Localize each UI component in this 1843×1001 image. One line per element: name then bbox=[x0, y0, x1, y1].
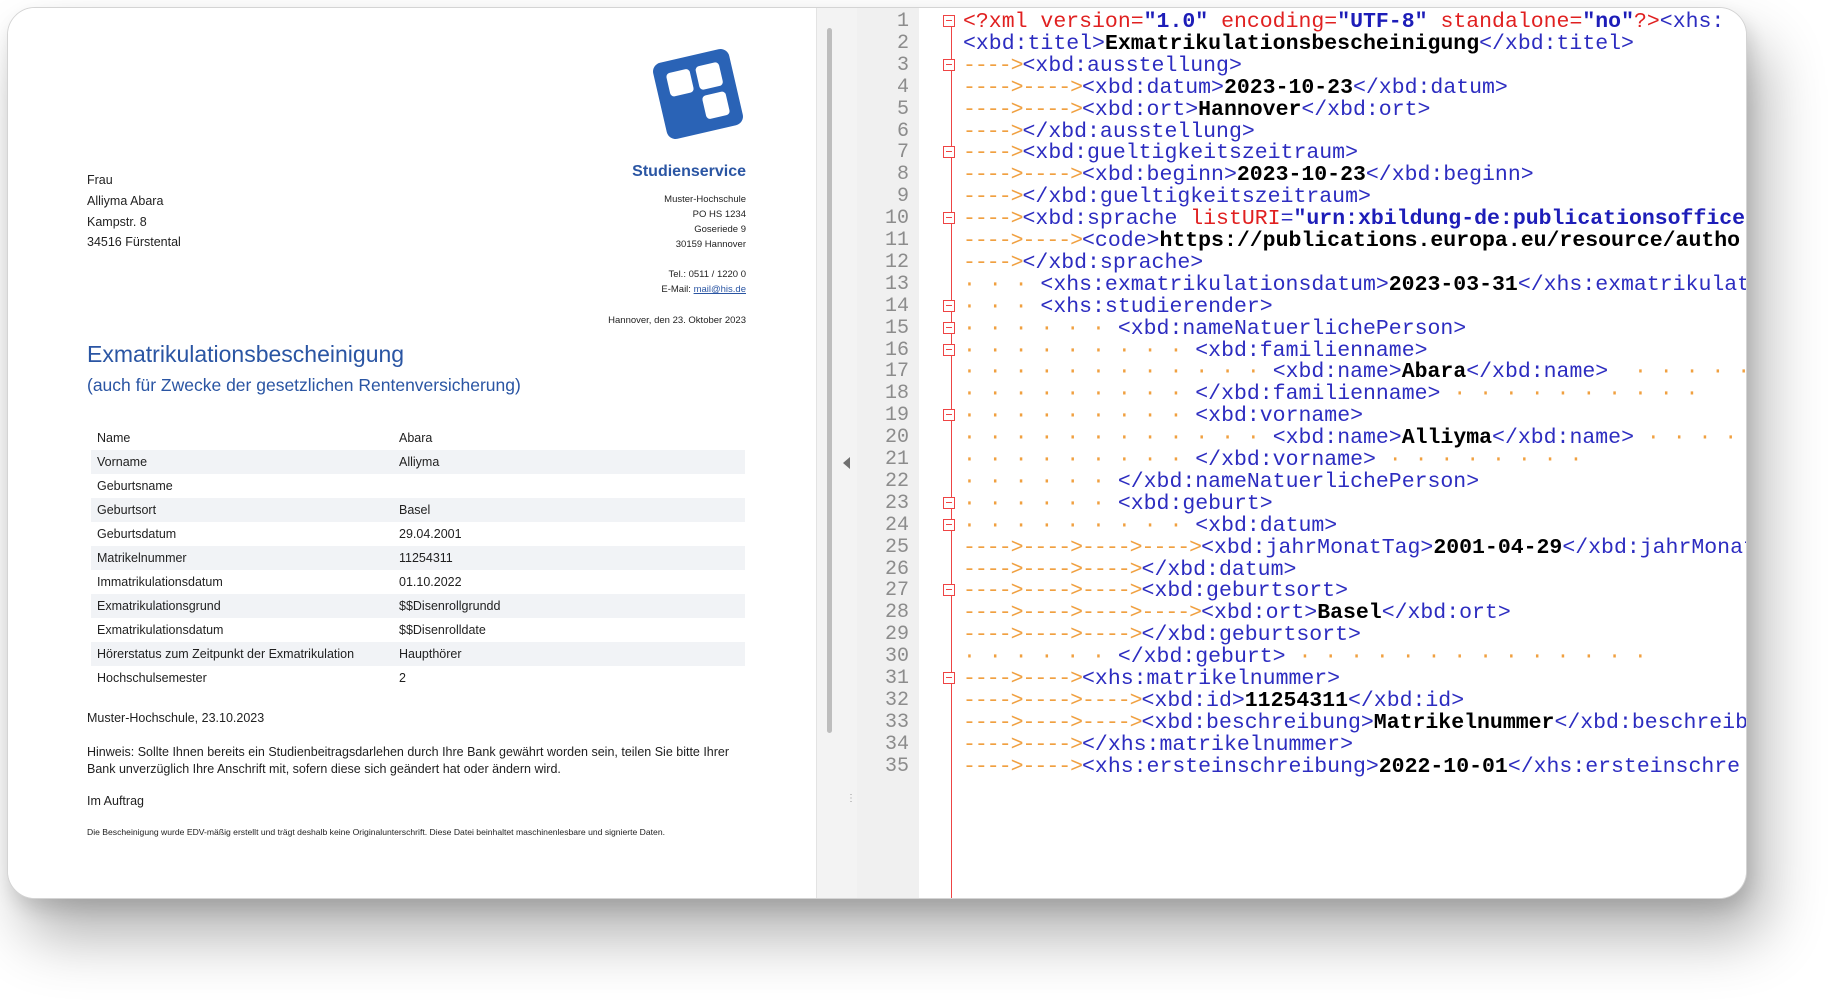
table-row: Hörerstatus zum Zeitpunkt der Exmatrikul… bbox=[91, 642, 745, 666]
field-label: Name bbox=[97, 431, 131, 445]
sender-email-label: E-Mail: bbox=[661, 284, 694, 295]
fold-toggle-icon[interactable] bbox=[943, 518, 955, 531]
code-text: ---->----><xhs:ersteinschreibung>2022-10… bbox=[963, 754, 1740, 780]
sender-email-line: E-Mail: mail@his.de bbox=[661, 284, 746, 295]
field-label: Hörerstatus zum Zeitpunkt der Exmatrikul… bbox=[91, 642, 393, 666]
field-label: Geburtsort bbox=[91, 498, 393, 522]
xml-txt: 2022-10-01 bbox=[1378, 754, 1508, 779]
document-scrollbar-thumb[interactable] bbox=[827, 28, 832, 733]
field-value: Alliyma bbox=[393, 450, 745, 474]
field-label: Hochschulsemester bbox=[97, 671, 207, 685]
fold-toggle-icon[interactable] bbox=[943, 584, 955, 597]
institution-logo-icon bbox=[653, 49, 743, 139]
hint-paragraph: Hinweis: Sollte Ihnen bereits ein Studie… bbox=[87, 745, 730, 776]
field-value: 2 bbox=[399, 671, 406, 685]
xml-tag: </xhs:ersteinschre bbox=[1507, 754, 1741, 779]
field-value: Haupthörer bbox=[393, 642, 745, 666]
field-value: $$Disenrollgrundd bbox=[393, 594, 745, 618]
xml-tag: <xhs:ersteinschreibung> bbox=[1082, 754, 1379, 779]
fold-toggle-icon[interactable] bbox=[943, 496, 955, 509]
sender-institution: Muster-Hochschule bbox=[664, 194, 746, 205]
table-row: Vorname Alliyma bbox=[91, 450, 745, 474]
field-label: Geburtsdatum bbox=[97, 527, 177, 541]
sender-street: Goseriede 9 bbox=[694, 224, 746, 235]
collapse-left-arrow-icon[interactable] bbox=[843, 457, 850, 469]
field-value bbox=[393, 474, 745, 498]
fold-toggle-icon[interactable] bbox=[943, 321, 955, 334]
recipient-street: Kampstr. 8 bbox=[87, 215, 147, 229]
document-preview-pane[interactable]: Frau Alliyma Abara Kampstr. 8 34516 Fürs… bbox=[8, 8, 816, 898]
indent-guide: ---->----> bbox=[963, 754, 1083, 779]
line-number: 35 bbox=[884, 754, 909, 778]
signature-note: Im Auftrag bbox=[87, 794, 144, 808]
field-label: Geburtsname bbox=[97, 479, 173, 493]
field-value: $$Disenrolldate bbox=[399, 623, 486, 637]
sender-city: 30159 Hannover bbox=[675, 239, 746, 250]
table-row: Hochschulsemester 2 bbox=[91, 666, 745, 690]
pane-splitter[interactable]: ⋮ bbox=[816, 8, 858, 898]
recipient-city: 34516 Fürstental bbox=[87, 235, 181, 249]
field-label: Matrikelnummer bbox=[91, 546, 393, 570]
xml-editor[interactable]: 1 <?xml version="1.0" encoding="UTF-8" st… bbox=[857, 8, 1746, 898]
app-window: Frau Alliyma Abara Kampstr. 8 34516 Fürs… bbox=[7, 7, 1747, 899]
disclaimer-text: Die Bescheinigung wurde EDV-mäßig erstel… bbox=[87, 827, 666, 837]
sender-email-link[interactable]: mail@his.de bbox=[694, 284, 746, 295]
document-title: Exmatrikulationsbescheinigung bbox=[87, 341, 405, 367]
field-value: 11254311 bbox=[393, 546, 745, 570]
fold-toggle-icon[interactable] bbox=[943, 146, 955, 159]
document-subtitle: (auch für Zwecke der gesetzlichen Renten… bbox=[87, 375, 521, 395]
table-row: Exmatrikulationsgrund $$Disenrollgrundd bbox=[91, 594, 745, 618]
fold-toggle-icon[interactable] bbox=[943, 299, 955, 312]
fold-toggle-icon[interactable] bbox=[943, 58, 955, 71]
fold-toggle-icon[interactable] bbox=[943, 672, 955, 684]
table-row: Exmatrikulationsdatum $$Disenrolldate bbox=[91, 618, 745, 642]
code-line[interactable]: 35 ---->----><xhs:ersteinschreibung>2022-… bbox=[857, 754, 1746, 780]
table-row: Immatrikulationsdatum 01.10.2022 bbox=[91, 570, 745, 594]
field-value: 29.04.2001 bbox=[399, 527, 462, 541]
field-value: 01.10.2022 bbox=[399, 575, 462, 589]
field-value: Basel bbox=[393, 498, 745, 522]
table-row: Geburtsname bbox=[91, 474, 745, 498]
fold-toggle-icon[interactable] bbox=[943, 15, 955, 27]
fold-toggle-icon[interactable] bbox=[943, 409, 955, 422]
recipient-name: Alliyma Abara bbox=[87, 194, 164, 208]
place-date: Muster-Hochschule, 23.10.2023 bbox=[87, 711, 265, 725]
sender-phone: Tel.: 0511 / 1220 0 bbox=[668, 269, 746, 280]
recipient-salutation: Frau bbox=[87, 173, 113, 187]
field-label: Exmatrikulationsgrund bbox=[91, 594, 393, 618]
student-data-table: Name Abara Vorname Alliyma Geburtsname Geburt… bbox=[91, 426, 745, 690]
field-label: Immatrikulationsdatum bbox=[97, 575, 223, 589]
table-row: Matrikelnummer 11254311 bbox=[91, 546, 745, 570]
splitter-grip-icon[interactable]: ⋮ bbox=[846, 793, 856, 804]
fold-toggle-icon[interactable] bbox=[943, 212, 955, 225]
table-row: Geburtsort Basel bbox=[91, 498, 745, 522]
sender-department-title: Studienservice bbox=[632, 163, 746, 180]
field-label: Vorname bbox=[91, 450, 393, 474]
table-row: Geburtsdatum 29.04.2001 bbox=[91, 522, 745, 546]
field-value: Abara bbox=[399, 431, 433, 445]
fold-toggle-icon[interactable] bbox=[943, 343, 955, 356]
issue-date-line: Hannover, den 23. Oktober 2023 bbox=[608, 315, 746, 326]
sender-po-box: PO HS 1234 bbox=[692, 209, 746, 220]
table-row: Name Abara bbox=[91, 426, 745, 450]
field-label: Exmatrikulationsdatum bbox=[97, 623, 224, 637]
